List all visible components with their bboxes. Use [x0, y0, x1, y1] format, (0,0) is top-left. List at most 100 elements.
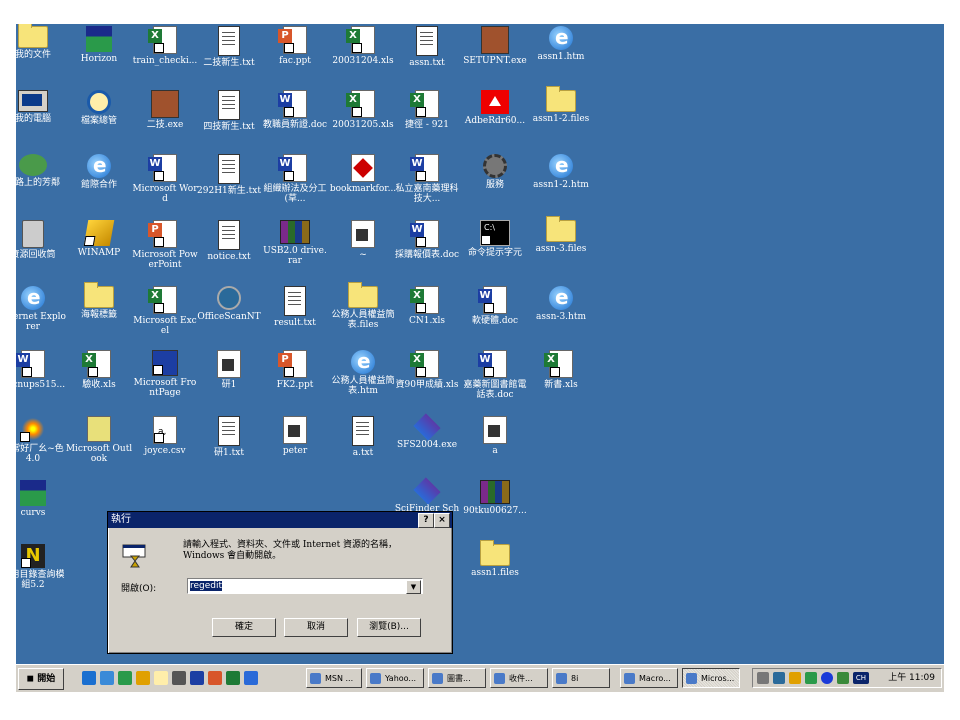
- desktop-icon[interactable]: a.txt: [329, 416, 397, 458]
- task-library[interactable]: 圖書...: [428, 668, 486, 688]
- desktop-icon[interactable]: assn1.files: [461, 540, 529, 578]
- winamp-tray-icon[interactable]: [789, 672, 801, 684]
- word-quicklaunch-icon[interactable]: [190, 671, 204, 685]
- desktop-icon[interactable]: 私立嘉南藥理科技大...: [393, 154, 461, 204]
- desktop-icon[interactable]: assn-3.htm: [527, 286, 595, 322]
- task-yahoo[interactable]: Yahoo...: [366, 668, 424, 688]
- desktop-icon[interactable]: Horizon: [65, 26, 133, 64]
- desktop-icon[interactable]: joyce.csv: [131, 416, 199, 456]
- desktop-icon[interactable]: 教職員新證.doc: [261, 90, 329, 130]
- desktop-icon-label: 檔案總管: [80, 116, 117, 126]
- desktop-icon[interactable]: 四技新生.txt: [195, 90, 263, 132]
- desktop-icon[interactable]: 資90甲成績.xls: [393, 350, 461, 390]
- desktop-icon[interactable]: 服務: [461, 154, 529, 190]
- desktop-icon[interactable]: CN1.xls: [393, 286, 461, 326]
- desktop-icon[interactable]: Microsoft PowerPoint: [131, 220, 199, 270]
- volume-icon[interactable]: [757, 672, 769, 684]
- desktop-icon[interactable]: 20031204.xls: [329, 26, 397, 66]
- task-msn[interactable]: MSN ...: [306, 668, 362, 688]
- desktop-icon[interactable]: assn1-2.htm: [527, 154, 595, 190]
- language-indicator[interactable]: CH: [853, 672, 869, 684]
- desktop-icon[interactable]: 採購報價表.doc: [393, 220, 461, 260]
- desktop-icon[interactable]: notice.txt: [195, 220, 263, 262]
- msn-tray-icon[interactable]: [821, 672, 833, 684]
- desktop-icon[interactable]: peter: [261, 416, 329, 456]
- desktop-icon[interactable]: 292H1新生.txt: [195, 154, 263, 196]
- desktop-icon[interactable]: result.txt: [261, 286, 329, 328]
- start-button[interactable]: ◼ 開始: [18, 668, 64, 690]
- desktop-icon[interactable]: 二技新生.txt: [195, 26, 263, 68]
- desktop-icon[interactable]: 公務人員權益簡表.htm: [329, 350, 397, 396]
- desktop-icon[interactable]: SFS2004.exe: [393, 413, 461, 450]
- desktop-icon[interactable]: a: [461, 416, 529, 456]
- network-tray-icon[interactable]: [805, 672, 817, 684]
- close-button[interactable]: ×: [434, 513, 450, 528]
- desktop-icon[interactable]: assn.txt: [393, 26, 461, 68]
- desktop-icon[interactable]: 20031205.xls: [329, 90, 397, 130]
- desktop-icon[interactable]: assn1-2.files: [527, 86, 595, 124]
- task-inbox[interactable]: 收件...: [490, 668, 548, 688]
- app-quicklaunch-icon[interactable]: [172, 671, 186, 685]
- powerpoint-quicklaunch-icon[interactable]: [208, 671, 222, 685]
- desktop-icon[interactable]: curvs: [16, 480, 67, 518]
- desktop-icon[interactable]: 捷徑 - 921: [393, 90, 461, 130]
- desktop-icon[interactable]: 研1.txt: [195, 416, 263, 458]
- desktop-icon[interactable]: 90tku00627...: [461, 480, 529, 516]
- desktop-icon[interactable]: SETUPNT.exe: [461, 26, 529, 66]
- messenger-tray-icon[interactable]: [837, 672, 849, 684]
- desktop-icon[interactable]: Internet Explorer: [16, 286, 67, 332]
- desktop-icon[interactable]: 資源回收筒: [16, 220, 67, 260]
- desktop-icon[interactable]: 非常好厂幺~色4.0: [16, 416, 67, 464]
- desktop-icon[interactable]: OfficeScanNT: [195, 286, 263, 322]
- desktop-icon[interactable]: 組織辦法及分工(草...: [261, 154, 329, 204]
- desktop-icon[interactable]: WINAMP: [65, 220, 133, 258]
- desktop-icon[interactable]: 命令提示字元: [461, 220, 529, 258]
- desktop-icon[interactable]: FK2.ppt: [261, 350, 329, 390]
- desktop-icon[interactable]: 91cnups515...: [16, 350, 67, 390]
- desktop-icon[interactable]: assn-3.files: [527, 216, 595, 254]
- browse-button[interactable]: 瀏覽(B)...: [357, 618, 421, 637]
- desktop-icon[interactable]: AdbeRdr60...: [461, 90, 529, 126]
- desktop-icon[interactable]: N公用目錄查詢模組5.2: [16, 544, 67, 590]
- task-8i[interactable]: 8i: [552, 668, 610, 688]
- desktop-icon[interactable]: Microsoft Word: [131, 154, 199, 204]
- open-input[interactable]: regedit ▼: [187, 578, 423, 594]
- winamp-quicklaunch-icon[interactable]: [136, 671, 150, 685]
- desktop-icon[interactable]: 海報標籤: [65, 282, 133, 320]
- run-dialog-titlebar[interactable]: 執行 ? ×: [108, 512, 452, 528]
- desktop-icon[interactable]: 二技.exe: [131, 90, 199, 130]
- explorer-quicklaunch-icon[interactable]: [154, 671, 168, 685]
- task-macromedia[interactable]: Macro...: [620, 668, 678, 688]
- desktop-icon[interactable]: 館際合作: [65, 154, 133, 190]
- excel-quicklaunch-icon[interactable]: [226, 671, 240, 685]
- help-button[interactable]: ?: [418, 513, 434, 528]
- desktop-icon[interactable]: 我的文件: [16, 24, 67, 60]
- desktop-icon[interactable]: 研1: [195, 350, 263, 390]
- ie-quicklaunch-icon[interactable]: [82, 671, 96, 685]
- desktop-icon[interactable]: Microsoft FrontPage: [131, 350, 199, 398]
- outlook-quicklaunch-icon[interactable]: [100, 671, 114, 685]
- desktop-icon[interactable]: 嘉藥新圖書館電話表.doc: [461, 350, 529, 400]
- desktop-icon[interactable]: 公務人員權益簡表.files: [329, 282, 397, 330]
- desktop-icon[interactable]: fac.ppt: [261, 26, 329, 66]
- desktop-icon[interactable]: 我的電腦: [16, 90, 67, 124]
- app2-quicklaunch-icon[interactable]: [244, 671, 258, 685]
- desktop-icon[interactable]: Microsoft Excel: [131, 286, 199, 336]
- desktop-icon[interactable]: 檔案總管: [65, 90, 133, 126]
- desktop-icon[interactable]: train_checki...: [131, 26, 199, 66]
- desktop-icon[interactable]: ~: [329, 220, 397, 260]
- cancel-button[interactable]: 取消: [284, 618, 348, 637]
- desktop-quicklaunch-icon[interactable]: [118, 671, 132, 685]
- desktop-icon[interactable]: bookmarkfor...: [329, 154, 397, 194]
- desktop-icon[interactable]: 網路上的芳鄰: [16, 154, 67, 188]
- desktop-icon[interactable]: Microsoft Outlook: [65, 416, 133, 464]
- officescan-tray-icon[interactable]: [773, 672, 785, 684]
- task-microsoft[interactable]: Micros...: [682, 668, 740, 688]
- desktop-icon[interactable]: assn1.htm: [527, 26, 595, 62]
- desktop-icon[interactable]: 新書.xls: [527, 350, 595, 390]
- desktop-icon[interactable]: USB2.0 drive.rar: [261, 220, 329, 266]
- ok-button[interactable]: 確定: [212, 618, 276, 637]
- desktop-icon[interactable]: 軟硬體.doc: [461, 286, 529, 326]
- chevron-down-icon[interactable]: ▼: [406, 580, 421, 594]
- desktop-icon[interactable]: 驗收.xls: [65, 350, 133, 390]
